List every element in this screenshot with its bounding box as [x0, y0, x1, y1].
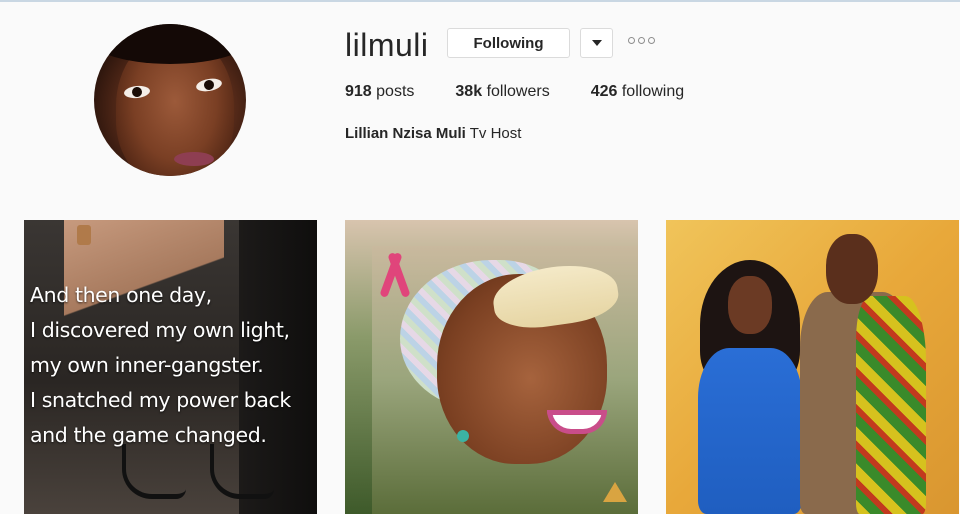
dropdown-button[interactable] — [580, 28, 613, 58]
post-2-logo-icon — [603, 482, 627, 502]
post-thumbnail-2[interactable] — [345, 220, 638, 514]
following-stat[interactable]: 426 following — [591, 82, 684, 102]
dot-icon — [638, 37, 645, 44]
profile-avatar[interactable] — [94, 24, 246, 176]
post-thumbnail-1[interactable]: And then one day, I discovered my own li… — [24, 220, 317, 514]
avatar-lips — [174, 152, 214, 166]
following-label: following — [621, 83, 685, 100]
profile-username: lilmuli — [345, 27, 429, 63]
followers-stat[interactable]: 38k followers — [455, 82, 549, 102]
following-count: 426 — [590, 83, 618, 100]
bio-text: Tv Host — [469, 125, 522, 142]
more-options-icon[interactable] — [628, 37, 655, 44]
profile-bio: Lillian Nzisa Muli Tv Host — [345, 124, 521, 144]
post-3-woman — [694, 260, 806, 514]
post-thumbnail-3[interactable] — [666, 220, 959, 514]
post-1-ring — [77, 225, 91, 245]
post-2-earring — [457, 430, 469, 442]
post-3-woman-face — [728, 276, 772, 334]
dot-icon — [628, 37, 635, 44]
followers-label: followers — [486, 83, 550, 100]
followers-count: 38k — [455, 83, 483, 100]
post-3-blue-dress — [698, 348, 802, 514]
full-name: Lillian Nzisa Muli — [345, 125, 466, 142]
posts-label: posts — [376, 83, 415, 100]
posts-count: 918 — [345, 83, 372, 100]
post-3-man-jacket — [856, 296, 926, 514]
profile-stats: 918 posts 38k followers 426 following — [345, 82, 725, 102]
pink-ribbon-icon — [385, 252, 403, 300]
post-3-man — [796, 234, 936, 514]
posts-stat: 918 posts — [345, 82, 414, 102]
top-border — [0, 0, 960, 2]
post-3-man-head — [826, 234, 878, 304]
following-button[interactable]: Following — [447, 28, 570, 58]
chevron-down-icon — [591, 40, 602, 46]
post-1-quote: And then one day, I discovered my own li… — [30, 283, 291, 447]
avatar-hair — [94, 24, 246, 64]
dot-icon — [648, 37, 655, 44]
